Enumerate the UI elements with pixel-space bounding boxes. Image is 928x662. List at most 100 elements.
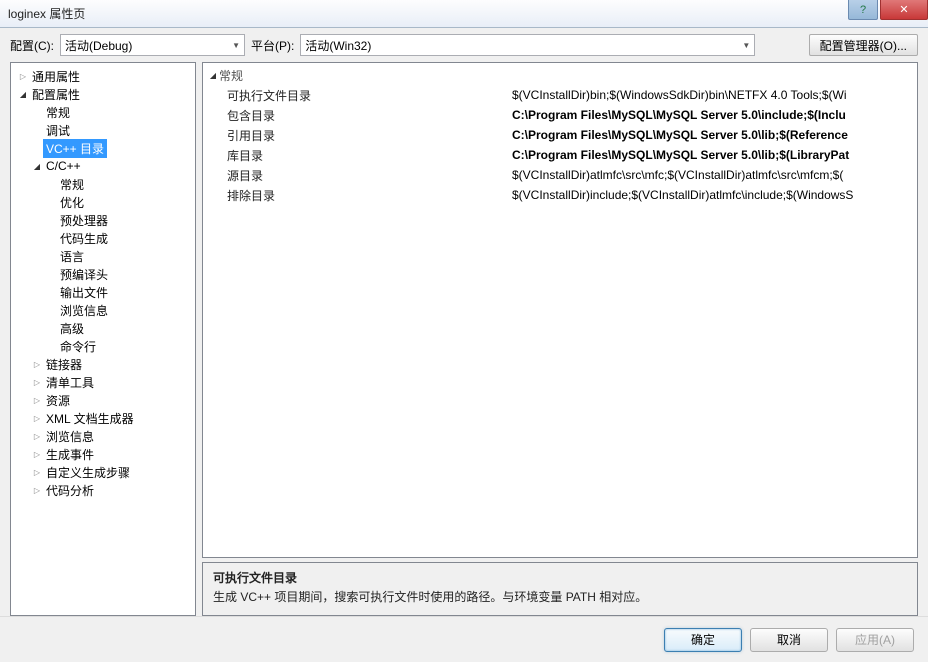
- tree-item[interactable]: 代码生成: [13, 229, 193, 247]
- tree-item-label: 调试: [43, 121, 73, 140]
- tree-item-label: 通用属性: [29, 67, 83, 86]
- tree-item-label: C/C++: [43, 158, 84, 174]
- property-row[interactable]: 引用目录C:\Program Files\MySQL\MySQL Server …: [207, 125, 913, 145]
- help-button[interactable]: ?: [848, 0, 878, 20]
- chevron-down-icon: ▼: [232, 41, 240, 50]
- tree-item[interactable]: 优化: [13, 193, 193, 211]
- tree-item[interactable]: ▷浏览信息: [13, 427, 193, 445]
- property-row[interactable]: 可执行文件目录$(VCInstallDir)bin;$(WindowsSdkDi…: [207, 85, 913, 105]
- tree-item-label: 链接器: [43, 355, 85, 374]
- expand-arrow-icon[interactable]: ▷: [31, 468, 43, 477]
- apply-button[interactable]: 应用(A): [836, 628, 914, 652]
- tree-item-label: XML 文档生成器: [43, 409, 137, 428]
- expand-arrow-icon[interactable]: ▷: [31, 378, 43, 387]
- dialog-footer: 确定 取消 应用(A): [0, 616, 928, 662]
- tree-item[interactable]: 浏览信息: [13, 301, 193, 319]
- tree-item-label: 代码生成: [57, 229, 111, 248]
- tree-item[interactable]: VC++ 目录: [13, 139, 193, 157]
- collapse-arrow-icon[interactable]: ◢: [31, 162, 43, 171]
- tree-item-label: 优化: [57, 193, 87, 212]
- config-value: 活动(Debug): [65, 37, 132, 54]
- expand-arrow-icon[interactable]: ▷: [17, 72, 29, 81]
- property-row[interactable]: 包含目录C:\Program Files\MySQL\MySQL Server …: [207, 105, 913, 125]
- tree-item-label: VC++ 目录: [43, 139, 107, 158]
- property-key: 包含目录: [207, 107, 512, 124]
- tree-item-label: 浏览信息: [57, 301, 111, 320]
- tree-item[interactable]: 调试: [13, 121, 193, 139]
- property-row[interactable]: 库目录C:\Program Files\MySQL\MySQL Server 5…: [207, 145, 913, 165]
- config-label: 配置(C):: [10, 37, 54, 54]
- property-value[interactable]: C:\Program Files\MySQL\MySQL Server 5.0\…: [512, 108, 913, 122]
- tree-item[interactable]: ▷生成事件: [13, 445, 193, 463]
- tree-item[interactable]: ◢配置属性: [13, 85, 193, 103]
- tree-item-label: 资源: [43, 391, 73, 410]
- expand-arrow-icon[interactable]: ▷: [31, 396, 43, 405]
- property-row[interactable]: 源目录$(VCInstallDir)atlmfc\src\mfc;$(VCIns…: [207, 165, 913, 185]
- tree-item-label: 高级: [57, 319, 87, 338]
- platform-label: 平台(P):: [251, 37, 294, 54]
- tree-item[interactable]: ▷资源: [13, 391, 193, 409]
- property-key: 排除目录: [207, 187, 512, 204]
- tree-item[interactable]: ▷代码分析: [13, 481, 193, 499]
- tree-item[interactable]: 语言: [13, 247, 193, 265]
- description-title: 可执行文件目录: [213, 569, 907, 586]
- expand-arrow-icon[interactable]: ▷: [31, 414, 43, 423]
- tree-item[interactable]: ◢C/C++: [13, 157, 193, 175]
- tree-item-label: 预编译头: [57, 265, 111, 284]
- property-value[interactable]: C:\Program Files\MySQL\MySQL Server 5.0\…: [512, 148, 913, 162]
- expand-arrow-icon[interactable]: ▷: [31, 432, 43, 441]
- right-panel: ◢ 常规 可执行文件目录$(VCInstallDir)bin;$(Windows…: [202, 62, 918, 616]
- tree-item[interactable]: 预编译头: [13, 265, 193, 283]
- tree-item[interactable]: 常规: [13, 175, 193, 193]
- collapse-arrow-icon[interactable]: ◢: [17, 90, 29, 99]
- tree-item[interactable]: ▷自定义生成步骤: [13, 463, 193, 481]
- property-key: 库目录: [207, 147, 512, 164]
- tree-item[interactable]: 命令行: [13, 337, 193, 355]
- cancel-button[interactable]: 取消: [750, 628, 828, 652]
- expand-arrow-icon[interactable]: ▷: [31, 450, 43, 459]
- platform-combo[interactable]: 活动(Win32) ▼: [300, 34, 755, 56]
- property-row[interactable]: 排除目录$(VCInstallDir)include;$(VCInstallDi…: [207, 185, 913, 205]
- tree-item[interactable]: 预处理器: [13, 211, 193, 229]
- config-toolbar: 配置(C): 活动(Debug) ▼ 平台(P): 活动(Win32) ▼ 配置…: [0, 28, 928, 62]
- property-key: 可执行文件目录: [207, 87, 512, 104]
- tree-item[interactable]: 常规: [13, 103, 193, 121]
- tree-item-label: 配置属性: [29, 85, 83, 104]
- tree-item[interactable]: ▷XML 文档生成器: [13, 409, 193, 427]
- ok-button[interactable]: 确定: [664, 628, 742, 652]
- config-manager-button[interactable]: 配置管理器(O)...: [809, 34, 918, 56]
- description-panel: 可执行文件目录 生成 VC++ 项目期间，搜索可执行文件时使用的路径。与环境变量…: [202, 562, 918, 616]
- nav-tree-panel: ▷通用属性◢配置属性常规调试VC++ 目录◢C/C++常规优化预处理器代码生成语…: [10, 62, 196, 616]
- tree-item-label: 自定义生成步骤: [43, 463, 133, 482]
- tree-item-label: 常规: [43, 103, 73, 122]
- tree-item-label: 命令行: [57, 337, 99, 356]
- property-value[interactable]: $(VCInstallDir)include;$(VCInstallDir)at…: [512, 188, 913, 202]
- property-grid: ◢ 常规 可执行文件目录$(VCInstallDir)bin;$(Windows…: [202, 62, 918, 558]
- property-value[interactable]: $(VCInstallDir)atlmfc\src\mfc;$(VCInstal…: [512, 168, 913, 182]
- tree-item-label: 浏览信息: [43, 427, 97, 446]
- tree-item-label: 输出文件: [57, 283, 111, 302]
- property-value[interactable]: C:\Program Files\MySQL\MySQL Server 5.0\…: [512, 128, 913, 142]
- window-title: loginex 属性页: [8, 5, 85, 22]
- property-value[interactable]: $(VCInstallDir)bin;$(WindowsSdkDir)bin\N…: [512, 88, 913, 102]
- tree-item-label: 生成事件: [43, 445, 97, 464]
- tree-item[interactable]: ▷清单工具: [13, 373, 193, 391]
- content-area: ▷通用属性◢配置属性常规调试VC++ 目录◢C/C++常规优化预处理器代码生成语…: [10, 62, 918, 616]
- property-key: 源目录: [207, 167, 512, 184]
- expand-arrow-icon[interactable]: ▷: [31, 360, 43, 369]
- close-button[interactable]: ✕: [880, 0, 928, 20]
- tree-item-label: 清单工具: [43, 373, 97, 392]
- tree-item-label: 代码分析: [43, 481, 97, 500]
- property-group-title[interactable]: ◢ 常规: [207, 65, 913, 85]
- expand-arrow-icon[interactable]: ▷: [31, 486, 43, 495]
- nav-tree[interactable]: ▷通用属性◢配置属性常规调试VC++ 目录◢C/C++常规优化预处理器代码生成语…: [11, 63, 195, 503]
- title-bar: loginex 属性页 ? ✕: [0, 0, 928, 28]
- group-title-text: 常规: [219, 67, 243, 84]
- tree-item[interactable]: 输出文件: [13, 283, 193, 301]
- config-combo[interactable]: 活动(Debug) ▼: [60, 34, 245, 56]
- tree-item[interactable]: 高级: [13, 319, 193, 337]
- tree-item[interactable]: ▷链接器: [13, 355, 193, 373]
- tree-item[interactable]: ▷通用属性: [13, 67, 193, 85]
- tree-item-label: 语言: [57, 247, 87, 266]
- collapse-arrow-icon: ◢: [207, 71, 219, 80]
